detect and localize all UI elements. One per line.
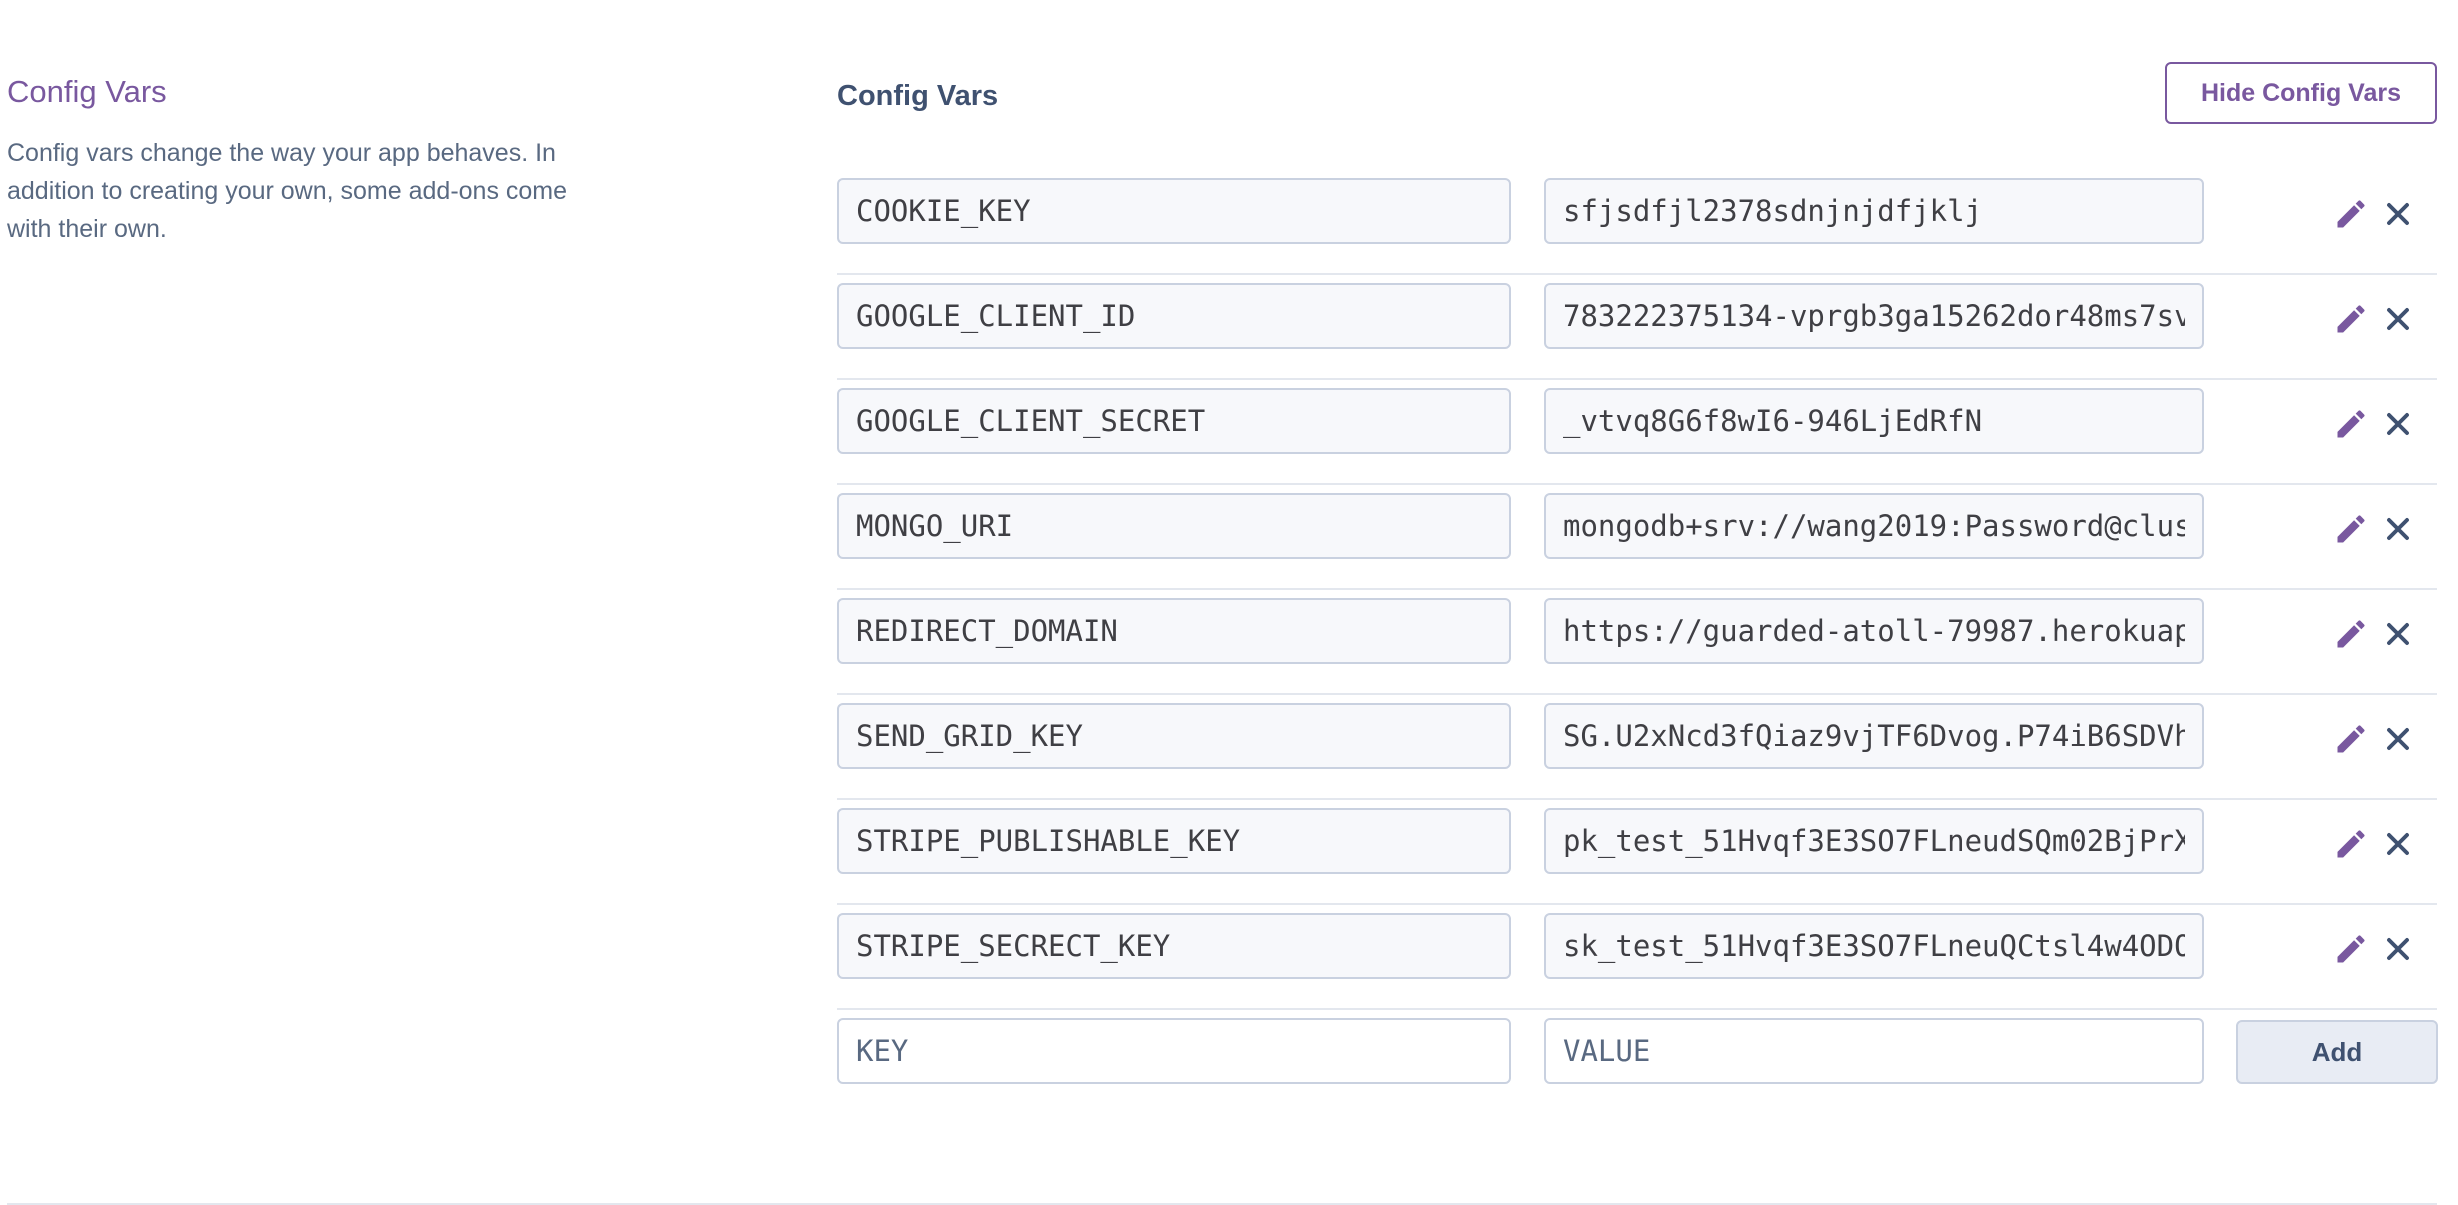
config-vars-list (837, 170, 2437, 1010)
pencil-icon[interactable] (2333, 616, 2369, 652)
config-var-value-field[interactable] (1544, 703, 2204, 769)
config-var-value-field[interactable] (1544, 388, 2204, 454)
close-icon[interactable] (2380, 616, 2416, 652)
config-vars-panel: Config Vars Hide Config Vars Add (837, 62, 2438, 1113)
config-var-row (837, 905, 2437, 1010)
config-var-key-field[interactable] (837, 493, 1511, 559)
config-var-key-field[interactable] (837, 598, 1511, 664)
config-var-value-field[interactable] (1544, 283, 2204, 349)
add-config-var-button[interactable]: Add (2236, 1020, 2438, 1084)
sidebar-description: Config vars change the way your app beha… (7, 139, 568, 243)
pencil-icon[interactable] (2333, 826, 2369, 862)
config-vars-sidebar: Config Vars Config vars change the way y… (7, 74, 587, 248)
config-var-key-field[interactable] (837, 283, 1511, 349)
config-var-value-field[interactable] (1544, 913, 2204, 979)
config-var-value-field[interactable] (1544, 598, 2204, 664)
new-config-var-row: Add (837, 1010, 2438, 1113)
config-var-row (837, 695, 2437, 800)
pencil-icon[interactable] (2333, 406, 2369, 442)
config-var-row (837, 485, 2437, 590)
pencil-icon[interactable] (2333, 196, 2369, 232)
pencil-icon[interactable] (2333, 301, 2369, 337)
config-var-value-field[interactable] (1544, 493, 2204, 559)
config-var-key-field[interactable] (837, 703, 1511, 769)
config-var-value-field[interactable] (1544, 178, 2204, 244)
config-var-row (837, 380, 2437, 485)
close-icon[interactable] (2380, 196, 2416, 232)
config-var-row (837, 800, 2437, 905)
config-vars-title: Config Vars (837, 80, 999, 112)
close-icon[interactable] (2380, 826, 2416, 862)
config-var-key-field[interactable] (837, 913, 1511, 979)
config-var-key-field[interactable] (837, 808, 1511, 874)
config-var-key-field[interactable] (837, 178, 1511, 244)
pencil-icon[interactable] (2333, 721, 2369, 757)
sidebar-title: Config Vars (7, 74, 167, 109)
new-value-input[interactable] (1544, 1018, 2204, 1084)
config-var-row (837, 275, 2437, 380)
new-key-input[interactable] (837, 1018, 1511, 1084)
close-icon[interactable] (2380, 721, 2416, 757)
close-icon[interactable] (2380, 931, 2416, 967)
config-vars-header: Config Vars Hide Config Vars (837, 62, 2437, 170)
pencil-icon[interactable] (2333, 931, 2369, 967)
config-var-value-field[interactable] (1544, 808, 2204, 874)
close-icon[interactable] (2380, 301, 2416, 337)
config-var-row (837, 170, 2437, 275)
close-icon[interactable] (2380, 406, 2416, 442)
config-var-row (837, 590, 2437, 695)
close-icon[interactable] (2380, 511, 2416, 547)
config-var-key-field[interactable] (837, 388, 1511, 454)
hide-config-vars-button[interactable]: Hide Config Vars (2165, 62, 2437, 124)
pencil-icon[interactable] (2333, 511, 2369, 547)
